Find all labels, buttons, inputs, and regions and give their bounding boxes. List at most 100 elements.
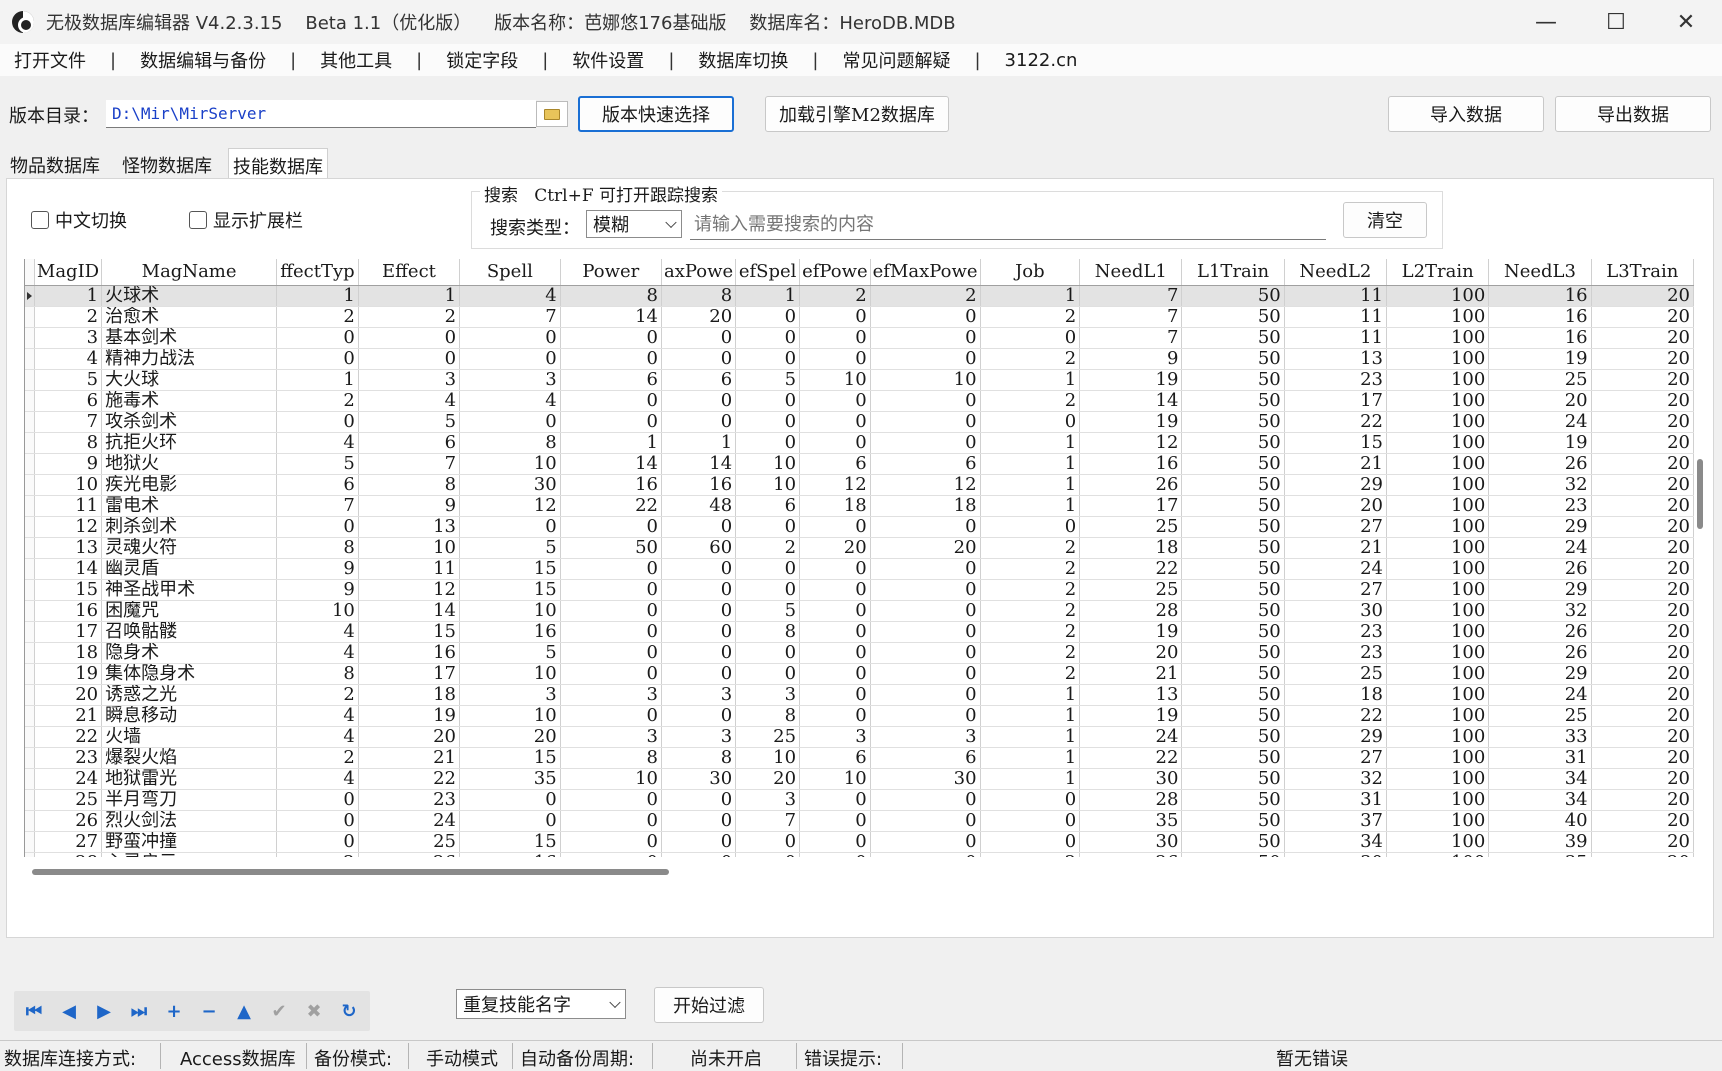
table-row[interactable]: 3 基本剑术 0 0 0 0 0 0 0 0 0 7 50 11 100 16 20 [25, 327, 1694, 349]
cell-needl1[interactable]: 25 [1079, 516, 1183, 538]
cell-needl3[interactable]: 19 [1488, 432, 1592, 454]
cell-l2train[interactable]: 100 [1386, 642, 1490, 664]
cell-job[interactable]: 2 [980, 852, 1081, 857]
checkbox-box[interactable] [189, 211, 207, 229]
cell-needl2[interactable]: 27 [1284, 747, 1388, 769]
cell-needl1[interactable]: 19 [1079, 705, 1183, 727]
cell-l2train[interactable]: 100 [1386, 411, 1490, 433]
cell-magid[interactable]: 19 [34, 663, 103, 685]
cell-l1train[interactable]: 50 [1181, 747, 1285, 769]
cell-effect[interactable]: 15 [358, 621, 461, 643]
insert-record-icon[interactable]: + [162, 999, 186, 1023]
cell-defpower[interactable]: 6 [799, 747, 871, 769]
cell-l2train[interactable]: 100 [1386, 726, 1490, 748]
cell-job[interactable]: 1 [980, 726, 1081, 748]
table-row[interactable]: 21 瞬息移动 4 19 10 0 0 8 0 0 1 19 50 22 100 25 20 [25, 705, 1694, 727]
cell-defpower[interactable]: 0 [799, 621, 871, 643]
cell-spell[interactable]: 10 [459, 705, 561, 727]
checkbox-box[interactable] [31, 211, 49, 229]
cell-l3train[interactable]: 20 [1591, 285, 1694, 307]
row-header[interactable] [25, 768, 35, 790]
cell-effecttype[interactable]: 0 [276, 348, 359, 370]
cell-needl2[interactable]: 23 [1284, 642, 1388, 664]
cell-maxpower[interactable]: 60 [661, 537, 737, 559]
cell-defmaxpower[interactable]: 0 [870, 705, 981, 727]
minimize-button[interactable]: — [1516, 0, 1576, 44]
cell-l3train[interactable]: 20 [1591, 495, 1694, 517]
cell-needl2[interactable]: 27 [1284, 579, 1388, 601]
cell-l2train[interactable]: 100 [1386, 327, 1490, 349]
cell-defpower[interactable]: 0 [799, 705, 871, 727]
cell-needl2[interactable]: 29 [1284, 474, 1388, 496]
cell-defpower[interactable]: 0 [799, 390, 871, 412]
cell-spell[interactable]: 10 [459, 453, 561, 475]
cell-magid[interactable]: 28 [34, 852, 103, 857]
cell-power[interactable]: 0 [560, 327, 662, 349]
cell-maxpower[interactable]: 0 [661, 327, 737, 349]
cell-job[interactable]: 0 [980, 411, 1081, 433]
cell-l3train[interactable]: 20 [1591, 789, 1694, 811]
cell-l2train[interactable]: 100 [1386, 684, 1490, 706]
cell-needl1[interactable]: 24 [1079, 726, 1183, 748]
cell-l3train[interactable]: 20 [1591, 663, 1694, 685]
row-header[interactable] [25, 474, 35, 496]
table-row[interactable]: 16 困魔咒 10 14 10 0 0 5 0 0 2 28 50 30 100 32 20 [25, 600, 1694, 622]
cell-job[interactable]: 0 [980, 831, 1081, 853]
cell-needl1[interactable]: 19 [1079, 621, 1183, 643]
column-header-needl1[interactable]: NeedL1 [1079, 259, 1183, 286]
cell-l2train[interactable]: 100 [1386, 495, 1490, 517]
cell-effecttype[interactable]: 4 [276, 705, 359, 727]
cell-power[interactable]: 0 [560, 789, 662, 811]
cell-needl3[interactable]: 35 [1488, 852, 1592, 857]
cell-spell[interactable]: 8 [459, 432, 561, 454]
cell-defpower[interactable]: 0 [799, 348, 871, 370]
cell-defmaxpower[interactable]: 6 [870, 747, 981, 769]
cell-effecttype[interactable]: 1 [276, 369, 359, 391]
cell-effecttype[interactable]: 4 [276, 642, 359, 664]
cell-power[interactable]: 3 [560, 684, 662, 706]
cell-l3train[interactable]: 20 [1591, 831, 1694, 853]
cell-power[interactable]: 0 [560, 663, 662, 685]
cell-defspell[interactable]: 5 [735, 600, 801, 622]
cell-needl1[interactable]: 18 [1079, 537, 1183, 559]
cell-l3train[interactable]: 20 [1591, 705, 1694, 727]
cell-needl3[interactable]: 32 [1488, 600, 1592, 622]
cell-effect[interactable]: 23 [358, 789, 461, 811]
cell-l1train[interactable]: 50 [1181, 663, 1285, 685]
cell-effect[interactable]: 3 [358, 369, 461, 391]
cell-maxpower[interactable]: 8 [661, 747, 737, 769]
cell-needl3[interactable]: 25 [1488, 705, 1592, 727]
cell-defpower[interactable]: 3 [799, 726, 871, 748]
cell-l3train[interactable]: 20 [1591, 348, 1694, 370]
cell-l3train[interactable]: 20 [1591, 474, 1694, 496]
cell-magname[interactable]: 基本剑术 [101, 327, 278, 349]
cell-power[interactable]: 1 [560, 432, 662, 454]
cell-defmaxpower[interactable]: 0 [870, 516, 981, 538]
cell-l2train[interactable]: 100 [1386, 831, 1490, 853]
table-row[interactable]: 6 施毒术 2 4 4 0 0 0 0 0 2 14 50 17 100 20 20 [25, 390, 1694, 412]
cell-needl1[interactable]: 35 [1079, 810, 1183, 832]
cell-effecttype[interactable]: 9 [276, 579, 359, 601]
cell-l2train[interactable]: 100 [1386, 852, 1490, 857]
cell-effecttype[interactable]: 0 [276, 789, 359, 811]
cell-job[interactable]: 1 [980, 369, 1081, 391]
cell-defmaxpower[interactable]: 0 [870, 600, 981, 622]
table-row[interactable]: 13 灵魂火符 8 10 5 50 60 2 20 20 2 18 50 21 100 24 20 [25, 537, 1694, 559]
cell-magid[interactable]: 13 [34, 537, 103, 559]
cell-defspell[interactable]: 0 [735, 663, 801, 685]
row-header[interactable] [25, 348, 35, 370]
cell-l1train[interactable]: 50 [1181, 726, 1285, 748]
row-header[interactable] [25, 852, 35, 857]
cell-effecttype[interactable]: 2 [276, 390, 359, 412]
cell-defspell[interactable]: 0 [735, 516, 801, 538]
cell-spell[interactable]: 0 [459, 348, 561, 370]
show-extension-checkbox[interactable]: 显示扩展栏 [189, 207, 303, 233]
cell-effect[interactable]: 2 [358, 306, 461, 328]
cell-job[interactable]: 2 [980, 600, 1081, 622]
table-row[interactable]: 17 召唤骷髅 4 15 16 0 0 8 0 0 2 19 50 23 100 26 20 [25, 621, 1694, 643]
cell-magid[interactable]: 24 [34, 768, 103, 790]
cell-magname[interactable]: 诱惑之光 [101, 684, 278, 706]
cell-effecttype[interactable]: 4 [276, 432, 359, 454]
cell-needl2[interactable]: 21 [1284, 537, 1388, 559]
cell-spell[interactable]: 12 [459, 495, 561, 517]
